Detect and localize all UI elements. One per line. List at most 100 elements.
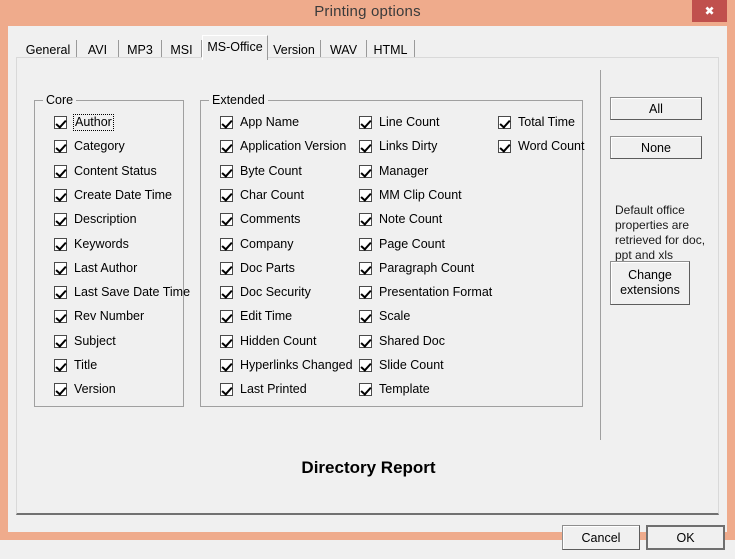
checkbox-line-count[interactable]: Line Count — [359, 114, 439, 131]
checkbox-last-printed[interactable]: Last Printed — [220, 381, 307, 398]
cancel-button[interactable]: Cancel — [562, 525, 640, 550]
checkmark-icon[interactable] — [54, 237, 67, 251]
checkbox-label: Line Count — [379, 115, 440, 129]
checkmark-icon[interactable] — [359, 188, 372, 202]
checkmark-icon[interactable] — [54, 140, 67, 154]
checkmark-icon[interactable] — [54, 286, 67, 300]
none-button[interactable]: None — [610, 136, 702, 159]
checkmark-icon[interactable] — [220, 140, 233, 154]
checkbox-scale[interactable]: Scale — [359, 308, 410, 325]
checkbox-create-date-time[interactable]: Create Date Time — [54, 187, 172, 204]
checkbox-description[interactable]: Description — [54, 211, 137, 228]
checkmark-icon[interactable] — [220, 116, 233, 129]
checkmark-icon[interactable] — [220, 334, 233, 348]
checkbox-label: Application Version — [240, 139, 347, 154]
tab-ms-office[interactable]: MS-Office — [202, 35, 268, 60]
panel-divider — [600, 70, 601, 440]
checkmark-icon[interactable] — [359, 140, 372, 154]
checkmark-icon[interactable] — [359, 359, 372, 372]
checkbox-label: Presentation Format — [379, 285, 493, 300]
checkbox-page-count[interactable]: Page Count — [359, 236, 445, 253]
checkmark-icon[interactable] — [359, 310, 372, 324]
checkbox-doc-parts[interactable]: Doc Parts — [220, 260, 295, 277]
checkbox-char-count[interactable]: Char Count — [220, 187, 304, 204]
checkmark-icon[interactable] — [54, 261, 67, 275]
checkbox-hyperlinks-changed[interactable]: Hyperlinks Changed — [220, 357, 353, 374]
checkbox-rev-number[interactable]: Rev Number — [54, 308, 144, 325]
checkmark-icon[interactable] — [359, 213, 372, 227]
checkbox-manager[interactable]: Manager — [359, 163, 428, 180]
checkbox-comments[interactable]: Comments — [220, 211, 300, 228]
checkmark-icon[interactable] — [220, 310, 233, 324]
checkmark-icon[interactable] — [359, 116, 372, 129]
checkbox-keywords[interactable]: Keywords — [54, 236, 129, 253]
checkbox-presentation-format[interactable]: Presentation Format — [359, 284, 492, 301]
report-heading: Directory Report — [301, 458, 436, 477]
checkbox-label: Keywords — [74, 236, 129, 251]
ok-button[interactable]: OK — [646, 525, 725, 550]
checkmark-icon[interactable] — [220, 164, 233, 178]
checkbox-application-version[interactable]: Application Version — [220, 138, 346, 155]
checkmark-icon[interactable] — [359, 261, 372, 275]
checkmark-icon[interactable] — [498, 116, 511, 129]
dialog-footer: Cancel OK — [8, 517, 727, 559]
checkmark-icon[interactable] — [220, 286, 233, 300]
checkbox-label: Edit Time — [240, 309, 293, 324]
checkbox-label: Doc Security — [240, 285, 311, 300]
checkmark-icon[interactable] — [359, 334, 372, 348]
change-extensions-button[interactable]: Change extensions — [610, 261, 690, 305]
all-button[interactable]: All — [610, 97, 702, 120]
checkbox-label: Last Author — [74, 260, 138, 275]
checkmark-icon[interactable] — [220, 213, 233, 227]
checkmark-icon[interactable] — [359, 383, 372, 397]
checkbox-content-status[interactable]: Content Status — [54, 163, 157, 180]
checkbox-author[interactable]: Author — [54, 114, 114, 131]
checkmark-icon[interactable] — [54, 116, 67, 129]
checkmark-icon[interactable] — [359, 237, 372, 251]
checkmark-icon[interactable] — [54, 164, 67, 178]
checkmark-icon[interactable] — [220, 237, 233, 251]
checkbox-app-name[interactable]: App Name — [220, 114, 299, 131]
checkbox-label: App Name — [240, 115, 300, 129]
checkbox-subject[interactable]: Subject — [54, 333, 116, 350]
checkbox-links-dirty[interactable]: Links Dirty — [359, 138, 437, 155]
checkbox-shared-doc[interactable]: Shared Doc — [359, 333, 445, 350]
checkmark-icon[interactable] — [54, 188, 67, 202]
checkmark-icon[interactable] — [498, 140, 511, 154]
checkbox-last-save-date-time[interactable]: Last Save Date Time — [54, 284, 190, 301]
checkbox-hidden-count[interactable]: Hidden Count — [220, 333, 316, 350]
checkbox-label: Byte Count — [240, 163, 302, 178]
checkbox-version[interactable]: Version — [54, 381, 116, 398]
checkbox-slide-count[interactable]: Slide Count — [359, 357, 444, 374]
checkmark-icon[interactable] — [54, 334, 67, 348]
checkbox-doc-security[interactable]: Doc Security — [220, 284, 311, 301]
checkbox-word-count[interactable]: Word Count — [498, 138, 584, 155]
checkmark-icon[interactable] — [54, 213, 67, 227]
checkmark-icon[interactable] — [359, 286, 372, 300]
checkmark-icon[interactable] — [220, 383, 233, 397]
checkbox-label: Comments — [240, 212, 301, 227]
checkbox-category[interactable]: Category — [54, 138, 125, 155]
checkbox-company[interactable]: Company — [220, 236, 294, 253]
checkbox-last-author[interactable]: Last Author — [54, 260, 137, 277]
checkbox-total-time[interactable]: Total Time — [498, 114, 575, 131]
checkmark-icon[interactable] — [54, 383, 67, 397]
checkbox-edit-time[interactable]: Edit Time — [220, 308, 292, 325]
checkmark-icon[interactable] — [220, 359, 233, 372]
checkmark-icon[interactable] — [54, 359, 67, 372]
checkmark-icon[interactable] — [220, 261, 233, 275]
checkbox-label: Description — [74, 212, 137, 227]
printing-options-dialog: Printing options ✖ General AVI MP3 MSI MS-Of… — [0, 0, 735, 550]
checkbox-byte-count[interactable]: Byte Count — [220, 163, 302, 180]
close-icon[interactable]: ✖ — [692, 0, 727, 22]
checkbox-mm-clip-count[interactable]: MM Clip Count — [359, 187, 462, 204]
checkbox-label: Links Dirty — [379, 139, 438, 154]
checkmark-icon[interactable] — [359, 164, 372, 178]
checkmark-icon[interactable] — [54, 310, 67, 324]
checkbox-note-count[interactable]: Note Count — [359, 211, 442, 228]
checkbox-paragraph-count[interactable]: Paragraph Count — [359, 260, 474, 277]
checkbox-title[interactable]: Title — [54, 357, 97, 374]
checkbox-label: Create Date Time — [74, 187, 172, 202]
checkbox-template[interactable]: Template — [359, 381, 430, 398]
checkmark-icon[interactable] — [220, 188, 233, 202]
